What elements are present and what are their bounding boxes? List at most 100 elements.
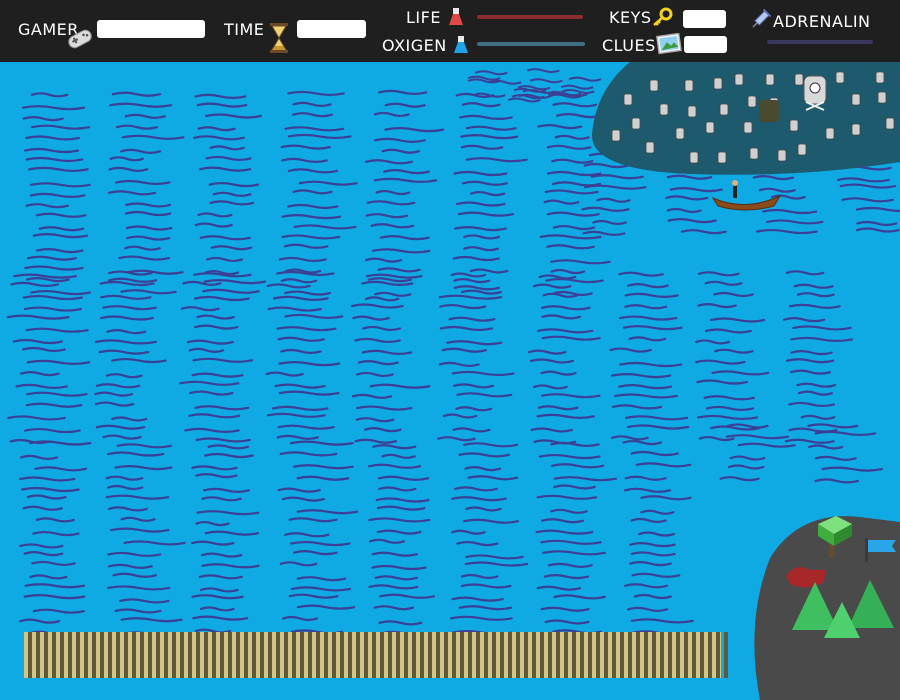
dock-plank — [84, 632, 88, 678]
dock-plank — [612, 632, 616, 678]
dock-plank — [500, 632, 504, 678]
dock-plank — [660, 632, 664, 678]
dock-plank — [692, 632, 696, 678]
gravestone — [675, 127, 685, 140]
dock-plank — [244, 632, 248, 678]
hud-bar: GAMER TIME LIFE OXIGEN KEYS CLUES ADRENA… — [0, 0, 900, 62]
gravestone — [743, 121, 753, 134]
gravestone — [649, 79, 659, 92]
dock-plank — [164, 632, 168, 678]
gravestone — [765, 73, 775, 86]
dock-plank — [540, 632, 544, 678]
gravestone — [851, 93, 861, 106]
gravestone — [713, 77, 723, 90]
gravestone — [659, 103, 669, 116]
gravestone — [777, 149, 787, 162]
dock-plank — [172, 632, 176, 678]
gravestone — [794, 73, 804, 86]
dock-plank — [340, 632, 344, 678]
dock-plank — [100, 632, 104, 678]
dock-plank — [140, 632, 144, 678]
dock-plank — [332, 632, 336, 678]
gravestone — [877, 91, 887, 104]
dock-plank — [156, 632, 160, 678]
gravestone — [749, 147, 759, 160]
gravestone — [789, 119, 799, 132]
gravestone — [687, 105, 697, 118]
dock-plank — [452, 632, 456, 678]
adrenalin-bar — [767, 40, 873, 44]
oxigen-label: OXIGEN — [382, 36, 447, 55]
dock-plank — [460, 632, 464, 678]
dock-plank — [276, 632, 280, 678]
dock-plank — [212, 632, 216, 678]
dock-plank — [148, 632, 152, 678]
dock-plank — [668, 632, 672, 678]
dock-plank — [252, 632, 256, 678]
gravestone — [851, 123, 861, 136]
gravestone — [825, 127, 835, 140]
wooden-dock[interactable] — [24, 632, 728, 678]
dock-plank — [68, 632, 72, 678]
oxigen-bar — [477, 42, 585, 46]
dock-plank — [388, 632, 392, 678]
dock-plank — [676, 632, 680, 678]
dock-plank — [524, 632, 528, 678]
dock-plank — [708, 632, 712, 678]
dock-plank — [316, 632, 320, 678]
dock-plank — [228, 632, 232, 678]
dock-plank — [284, 632, 288, 678]
dock-plank — [548, 632, 552, 678]
dock-plank — [412, 632, 416, 678]
dock-plank — [220, 632, 224, 678]
gravestone — [835, 71, 845, 84]
gravestone — [747, 95, 757, 108]
dock-plank — [36, 632, 40, 678]
dock-plank — [564, 632, 568, 678]
dock-plank — [236, 632, 240, 678]
picture-icon — [656, 33, 682, 55]
gravestone — [719, 103, 729, 116]
dock-plank — [652, 632, 656, 678]
dock-plank — [268, 632, 272, 678]
dock-plank — [372, 632, 376, 678]
gravestone — [717, 151, 727, 164]
keys-field — [683, 10, 726, 28]
dock-plank — [196, 632, 200, 678]
hourglass-icon — [270, 23, 288, 53]
gamepad-icon — [68, 29, 92, 49]
dock-plank — [532, 632, 536, 678]
dock-plank — [580, 632, 584, 678]
dock-plank — [76, 632, 80, 678]
keys-label: KEYS — [609, 8, 652, 27]
adrenalin-label: ADRENALIN — [773, 12, 871, 31]
gravestone — [623, 93, 633, 106]
game-area[interactable] — [0, 62, 900, 700]
dock-plank — [404, 632, 408, 678]
coffin — [759, 100, 779, 122]
dock-plank — [300, 632, 304, 678]
dock-plank — [484, 632, 488, 678]
dock-plank — [428, 632, 432, 678]
dock-plank — [628, 632, 632, 678]
dock-plank — [292, 632, 296, 678]
clues-label: CLUES — [602, 36, 656, 55]
dock-plank — [620, 632, 624, 678]
time-label: TIME — [224, 20, 265, 39]
dock-plank — [204, 632, 208, 678]
dock-plank — [380, 632, 384, 678]
dock-plank — [132, 632, 136, 678]
dock-plank — [396, 632, 400, 678]
dock-plank — [324, 632, 328, 678]
dock-plank — [516, 632, 520, 678]
dock-plank — [364, 632, 368, 678]
dock-plank — [420, 632, 424, 678]
graveyard-island[interactable] — [591, 62, 900, 175]
dock-plank — [716, 632, 720, 678]
gravestone — [689, 151, 699, 164]
gravestone — [734, 73, 744, 86]
dock-plank — [52, 632, 56, 678]
dock-plank — [44, 632, 48, 678]
dock-plank — [308, 632, 312, 678]
gravestone — [885, 117, 895, 130]
